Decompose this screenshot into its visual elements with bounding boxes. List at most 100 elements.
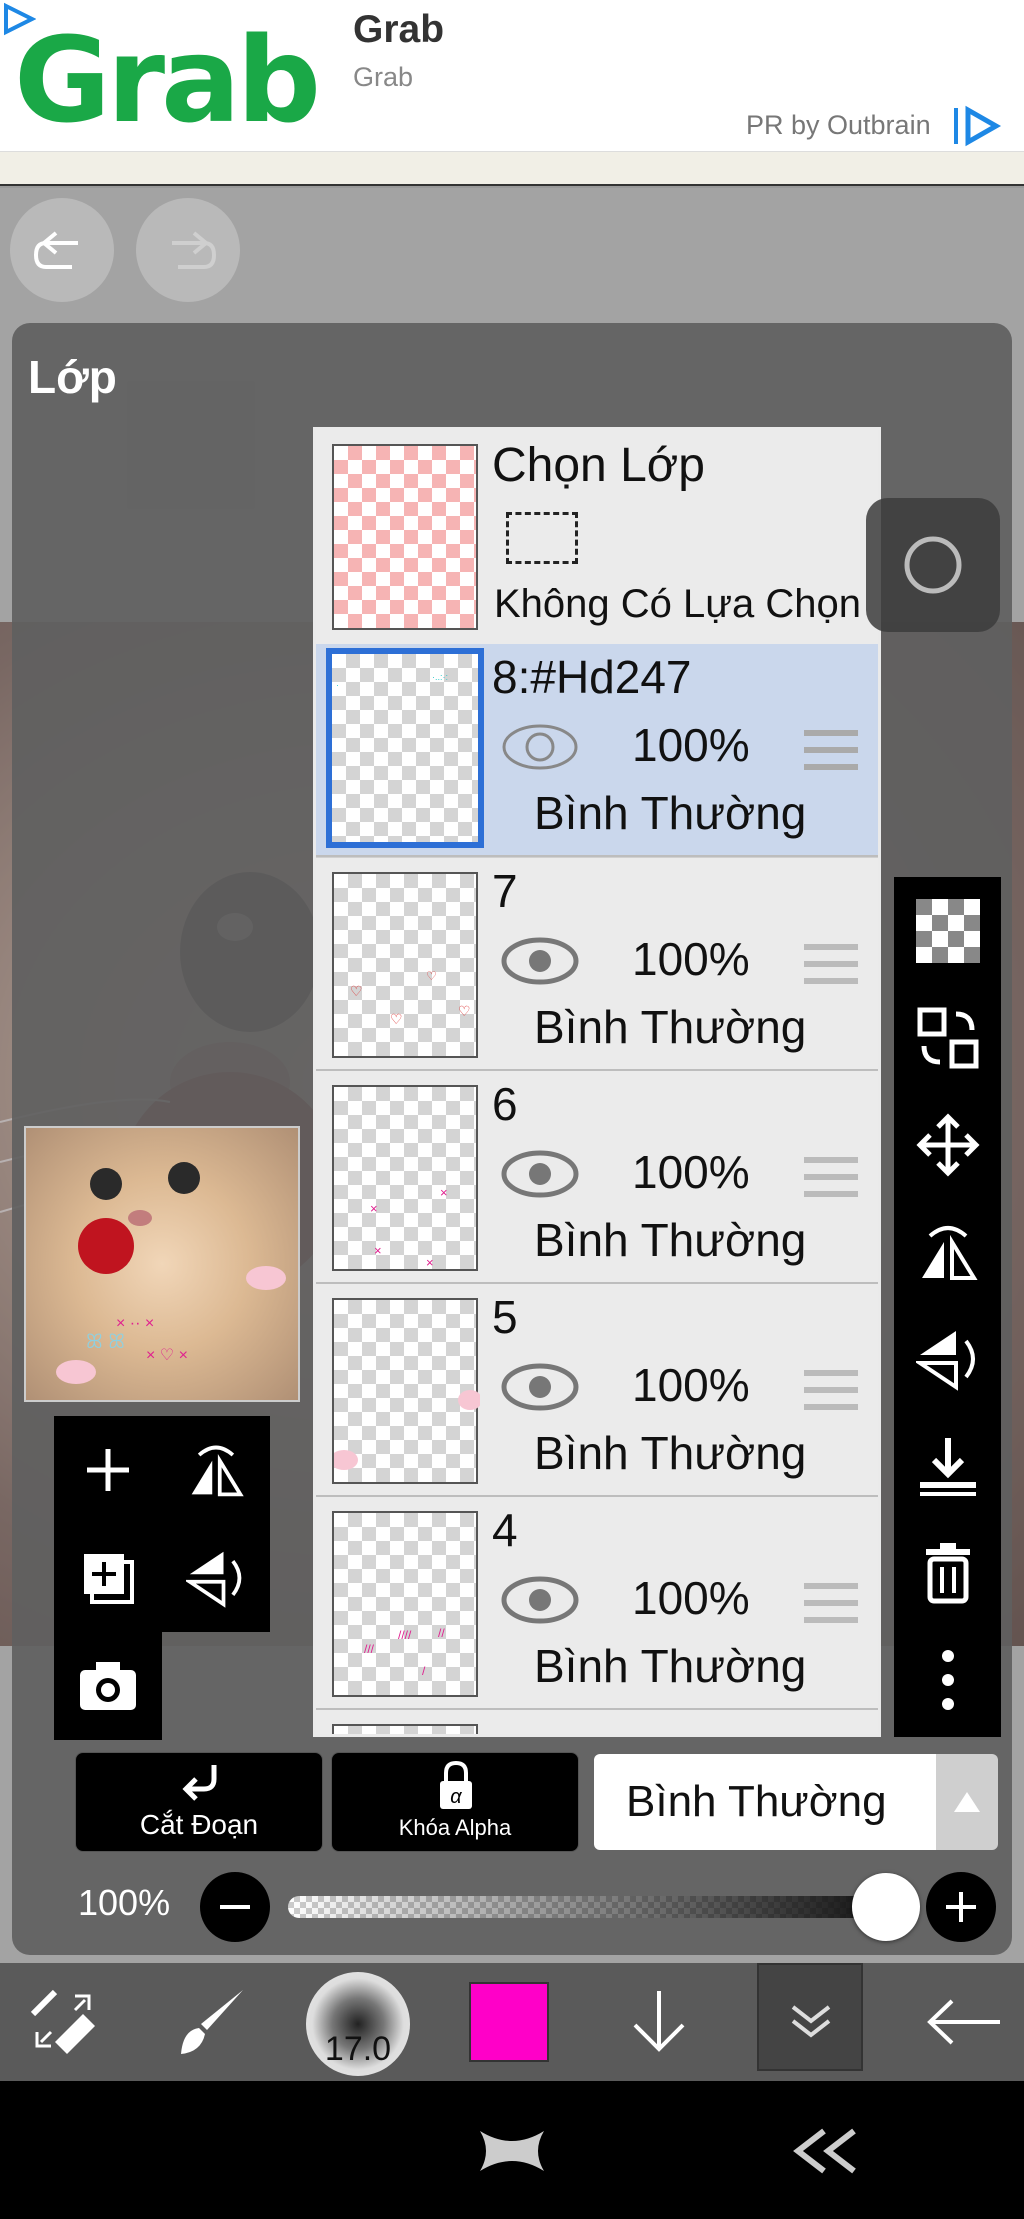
svg-text:////: //// bbox=[398, 1628, 412, 1642]
flip-canvas-v-button[interactable] bbox=[162, 1524, 270, 1632]
ad-logo[interactable]: Grab bbox=[14, 10, 321, 150]
layer-blend-mode: Bình Thường bbox=[534, 1001, 807, 1053]
outbrain-icon[interactable] bbox=[952, 104, 1002, 148]
ad-banner[interactable]: Grab Grab Grab PR by Outbrain bbox=[0, 0, 1024, 152]
floating-assist-button[interactable] bbox=[866, 498, 1000, 632]
layer-name: 8:#Hd247 bbox=[492, 651, 692, 703]
move-icon bbox=[915, 1112, 980, 1177]
layer-thumbnail: ♡ ♡ ♡ ♡ bbox=[332, 872, 478, 1058]
brush-tool-button[interactable] bbox=[166, 1963, 256, 2081]
svg-text:/: / bbox=[422, 1664, 426, 1678]
ad-title[interactable]: Grab bbox=[353, 8, 444, 52]
circle-icon bbox=[904, 536, 962, 594]
layer-row[interactable]: ////////// 4 100% Bình Thường bbox=[316, 1497, 878, 1710]
visibility-eye-icon[interactable] bbox=[500, 1149, 580, 1199]
layer-thumbnail bbox=[332, 1724, 478, 1734]
arrow-down-icon bbox=[633, 1991, 685, 2052]
flip-vertical-icon bbox=[915, 1330, 975, 1391]
merge-down-button[interactable] bbox=[894, 1412, 1001, 1519]
svg-text:♡: ♡ bbox=[426, 969, 437, 983]
drag-handle-icon[interactable] bbox=[804, 1368, 858, 1412]
duplicate-layer-icon bbox=[84, 1554, 134, 1604]
opacity-decrease-button[interactable] bbox=[200, 1872, 270, 1942]
layer-thumbnail: × × × × bbox=[332, 1085, 478, 1271]
visibility-eye-icon[interactable] bbox=[500, 936, 580, 986]
clipping-label: Cắt Đoạn bbox=[139, 1809, 259, 1840]
layer-panel-toggle[interactable] bbox=[757, 1963, 863, 2071]
svg-text:×: × bbox=[374, 1243, 382, 1258]
layer-row-partial[interactable] bbox=[316, 1710, 878, 1734]
selection-status: Không Có Lựa Chọn bbox=[494, 582, 862, 626]
app-screen: Grab Grab Grab PR by Outbrain Lớp Chọn L… bbox=[0, 0, 1024, 2219]
minus-icon bbox=[220, 1905, 250, 1909]
drag-handle-icon[interactable] bbox=[804, 1155, 858, 1199]
layer-row[interactable]: 5 100% Bình Thường bbox=[316, 1284, 878, 1497]
drag-handle-icon[interactable] bbox=[804, 1581, 858, 1625]
layer-row[interactable]: ♡ ♡ ♡ ♡ 7 100% Bình Thường bbox=[316, 858, 878, 1071]
layer-name: 7 bbox=[492, 865, 518, 917]
svg-text:·..:·:: ·..:·: bbox=[432, 672, 448, 682]
right-toolbar bbox=[894, 877, 1001, 1737]
layer-blend-mode: Bình Thường bbox=[534, 787, 807, 839]
double-chevron-left-icon[interactable] bbox=[790, 2125, 862, 2177]
selection-layer-row[interactable]: Chọn Lớp Không Có Lựa Chọn bbox=[316, 430, 878, 644]
svg-text:♡: ♡ bbox=[390, 1011, 403, 1027]
back-button[interactable] bbox=[916, 1963, 1012, 2081]
flip-canvas-h-button[interactable] bbox=[162, 1416, 270, 1524]
layer-down-button[interactable] bbox=[614, 1963, 704, 2081]
brush-size-button[interactable]: 17.0 bbox=[306, 1972, 410, 2076]
ad-sponsor-label[interactable]: PR by Outbrain bbox=[746, 110, 931, 141]
visibility-eye-icon[interactable] bbox=[500, 1362, 580, 1412]
layer-row[interactable]: ·..:·: · 8:#Hd247 100% Bình Thường bbox=[316, 644, 878, 857]
transparent-fill-button[interactable] bbox=[894, 877, 1001, 984]
svg-text:ꕤ ꕤ: ꕤ ꕤ bbox=[86, 1331, 125, 1353]
visibility-eye-icon[interactable] bbox=[500, 722, 580, 772]
clip-arrow-icon bbox=[182, 1765, 217, 1801]
layer-thumbnail-art: ♡ ♡ ♡ ♡ bbox=[350, 969, 471, 1027]
checker-icon bbox=[915, 898, 980, 963]
blend-mode-dropdown-button[interactable] bbox=[936, 1754, 998, 1850]
drag-handle-icon[interactable] bbox=[804, 942, 858, 986]
selection-marquee-icon bbox=[506, 512, 578, 564]
drag-handle-icon[interactable] bbox=[804, 728, 858, 772]
svg-text:·: · bbox=[336, 680, 339, 690]
layer-thumbnail-art: × × × × bbox=[370, 1185, 448, 1270]
layer-row[interactable]: × × × × 6 100% Bình Thường bbox=[316, 1071, 878, 1284]
undo-button[interactable] bbox=[10, 198, 114, 302]
clipping-button[interactable]: Cắt Đoạn bbox=[75, 1752, 323, 1852]
move-button[interactable] bbox=[894, 1091, 1001, 1198]
opacity-slider-knob[interactable] bbox=[852, 1873, 920, 1941]
layer-name: 4 bbox=[492, 1504, 518, 1556]
preview-art: × ·· × × ♡ × ꕤ ꕤ bbox=[56, 1162, 286, 1384]
blend-mode-select[interactable]: Bình Thường bbox=[594, 1754, 936, 1850]
redo-button[interactable] bbox=[136, 198, 240, 302]
svg-text:× ·· ×: × ·· × bbox=[116, 1315, 154, 1332]
more-options-button[interactable] bbox=[894, 1626, 1001, 1733]
add-layer-button[interactable] bbox=[54, 1416, 162, 1524]
canvas-preview[interactable]: × ·· × × ♡ × ꕤ ꕤ bbox=[24, 1126, 300, 1402]
flip-vertical-button[interactable] bbox=[894, 1305, 1001, 1412]
ad-subtitle: Grab bbox=[353, 62, 414, 92]
redo-icon bbox=[172, 231, 217, 269]
opacity-increase-button[interactable] bbox=[926, 1872, 996, 1942]
flip-h-icon bbox=[191, 1445, 244, 1497]
close-ad-icon[interactable] bbox=[476, 2125, 548, 2177]
layer-list[interactable]: Chọn Lớp Không Có Lựa Chọn ·..:·: · 8:#Hd… bbox=[313, 427, 881, 1737]
transform-tool-button[interactable] bbox=[18, 1963, 108, 2081]
color-swatch[interactable] bbox=[469, 1982, 549, 2062]
layer-name: 6 bbox=[492, 1078, 518, 1130]
layer-thumbnail-art: ·..:·: · bbox=[336, 672, 448, 690]
import-photo-button[interactable] bbox=[54, 1632, 162, 1740]
alpha-lock-button[interactable]: α Khóa Alpha bbox=[331, 1752, 579, 1852]
merge-down-icon bbox=[919, 1437, 976, 1496]
duplicate-layer-button[interactable] bbox=[54, 1524, 162, 1632]
svg-text:× ♡ ×: × ♡ × bbox=[146, 1347, 188, 1364]
camera-icon bbox=[80, 1662, 136, 1710]
delete-layer-button[interactable] bbox=[894, 1519, 1001, 1626]
visibility-eye-icon[interactable] bbox=[500, 1575, 580, 1625]
left-toolbar-extra bbox=[54, 1632, 162, 1740]
swap-layer-button[interactable] bbox=[894, 984, 1001, 1091]
flip-horizontal-button[interactable] bbox=[894, 1198, 1001, 1305]
opacity-slider[interactable] bbox=[288, 1896, 888, 1918]
flip-horizontal-icon bbox=[921, 1225, 978, 1280]
